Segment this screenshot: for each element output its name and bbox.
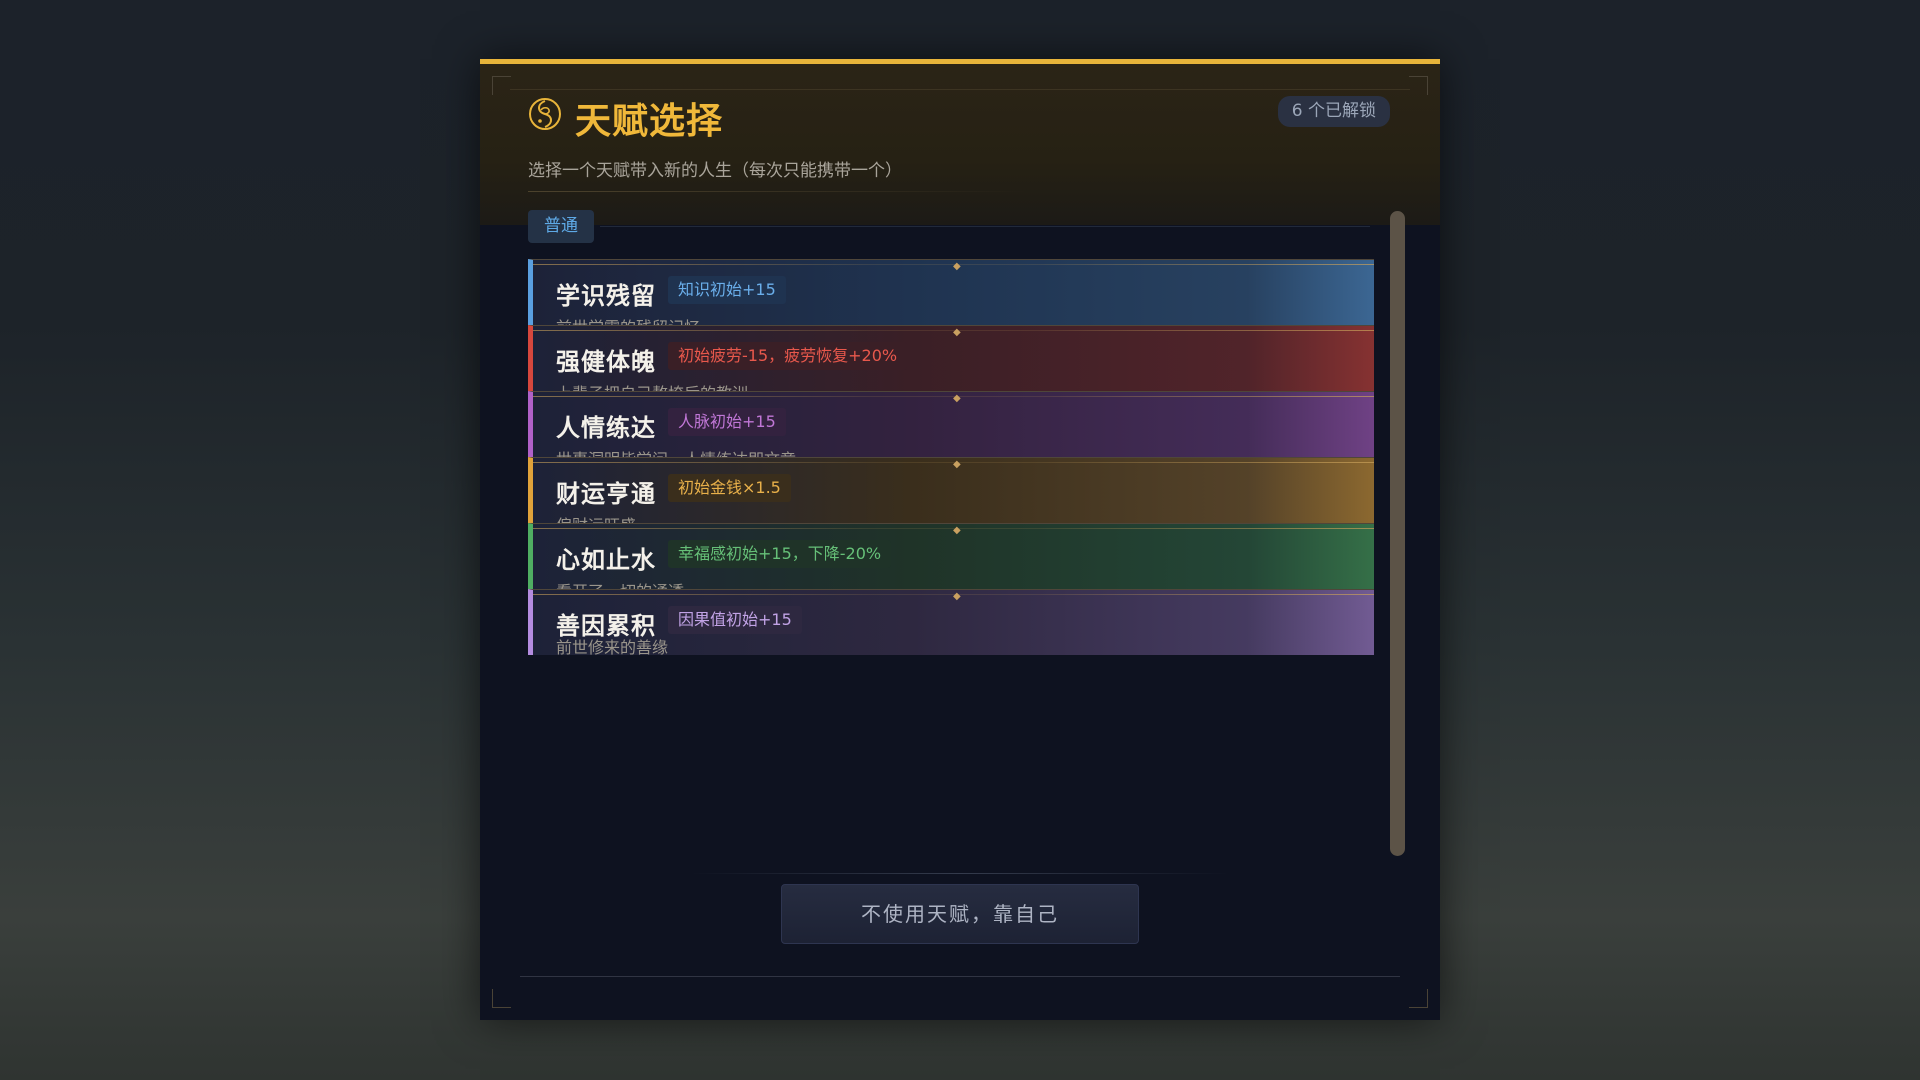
talent-card[interactable]: ◆ 学识残留知识初始+15 前世学霸的残留记忆: [528, 259, 1374, 325]
talent-list: ◆ 学识残留知识初始+15 前世学霸的残留记忆 ◆ 强健体魄初始疲劳-15，疲劳恢复+2…: [528, 259, 1374, 655]
page-title: 天赋选择: [575, 100, 724, 142]
corner-ornament: [492, 989, 511, 1008]
no-talent-button[interactable]: 不使用天赋，靠自己: [781, 884, 1139, 944]
tier-divider: [600, 226, 1370, 227]
talent-card[interactable]: ◆ 人情练达人脉初始+15 世事洞明皆学问，人情练达即文章: [528, 391, 1374, 457]
corner-ornament: [1409, 76, 1428, 95]
tier-tag-common[interactable]: 普通: [528, 210, 594, 243]
talent-effect-tag: 因果值初始+15: [668, 606, 802, 634]
header-separator: [528, 191, 1028, 192]
frame-ornament-icon: ◆: [953, 327, 961, 338]
talent-description: 前世学霸的残留记忆: [556, 314, 700, 325]
talent-effect-tag: 人脉初始+15: [668, 408, 786, 436]
talent-description: 看开了一切的通透: [556, 578, 684, 589]
talent-effect-tag: 知识初始+15: [668, 276, 786, 304]
frame-ornament-icon: ◆: [953, 393, 961, 404]
talent-description: 上辈子把自己熬垮后的教训: [556, 380, 748, 391]
scrollbar[interactable]: [1390, 211, 1405, 856]
talent-description: 偏财运旺盛: [556, 512, 636, 523]
frame-ornament-icon: ◆: [953, 525, 961, 536]
talent-description: 世事洞明皆学问，人情练达即文章: [556, 446, 796, 457]
talent-effect-tag: 初始金钱×1.5: [668, 474, 791, 502]
talent-card[interactable]: ◆ 强健体魄初始疲劳-15，疲劳恢复+20% 上辈子把自己熬垮后的教训: [528, 325, 1374, 391]
talent-card[interactable]: ◆ 善因累积 因果值初始+15 前世修来的善缘: [528, 589, 1374, 655]
page-subtitle: 选择一个天赋带入新的人生（每次只能携带一个）: [528, 161, 902, 181]
talent-description: 前世修来的善缘: [556, 638, 669, 655]
header-decor-line: [510, 89, 1410, 90]
talent-effect-tag: 初始疲劳-15，疲劳恢复+20%: [668, 342, 908, 370]
fortune-swirl-icon: [529, 98, 561, 130]
talent-name: 学识残留: [556, 281, 656, 310]
frame-ornament-icon: ◆: [953, 591, 961, 602]
corner-ornament: [492, 76, 511, 95]
talent-card[interactable]: ◆ 心如止水幸福感初始+15，下降-20% 看开了一切的通透: [528, 523, 1374, 589]
talent-card[interactable]: ◆ 财运亨通初始金钱×1.5 偏财运旺盛: [528, 457, 1374, 523]
panel-header: 天赋选择 6 个已解锁 选择一个天赋带入新的人生（每次只能携带一个）: [480, 64, 1440, 225]
action-separator: [690, 873, 1230, 874]
talent-name: 心如止水: [556, 545, 656, 574]
frame-ornament-icon: ◆: [953, 261, 961, 272]
talent-name: 财运亨通: [556, 479, 656, 508]
talent-effect-tag: 幸福感初始+15，下降-20%: [668, 540, 892, 568]
footer-line: [520, 976, 1400, 977]
talent-name: 强健体魄: [556, 347, 656, 376]
unlocked-count-badge: 6 个已解锁: [1277, 96, 1390, 127]
frame-ornament-icon: ◆: [953, 459, 961, 470]
talent-selection-panel: 天赋选择 6 个已解锁 选择一个天赋带入新的人生（每次只能携带一个） 普通 ◆ 学…: [480, 59, 1440, 1020]
corner-ornament: [1409, 989, 1428, 1008]
talent-name: 人情练达: [556, 413, 656, 442]
